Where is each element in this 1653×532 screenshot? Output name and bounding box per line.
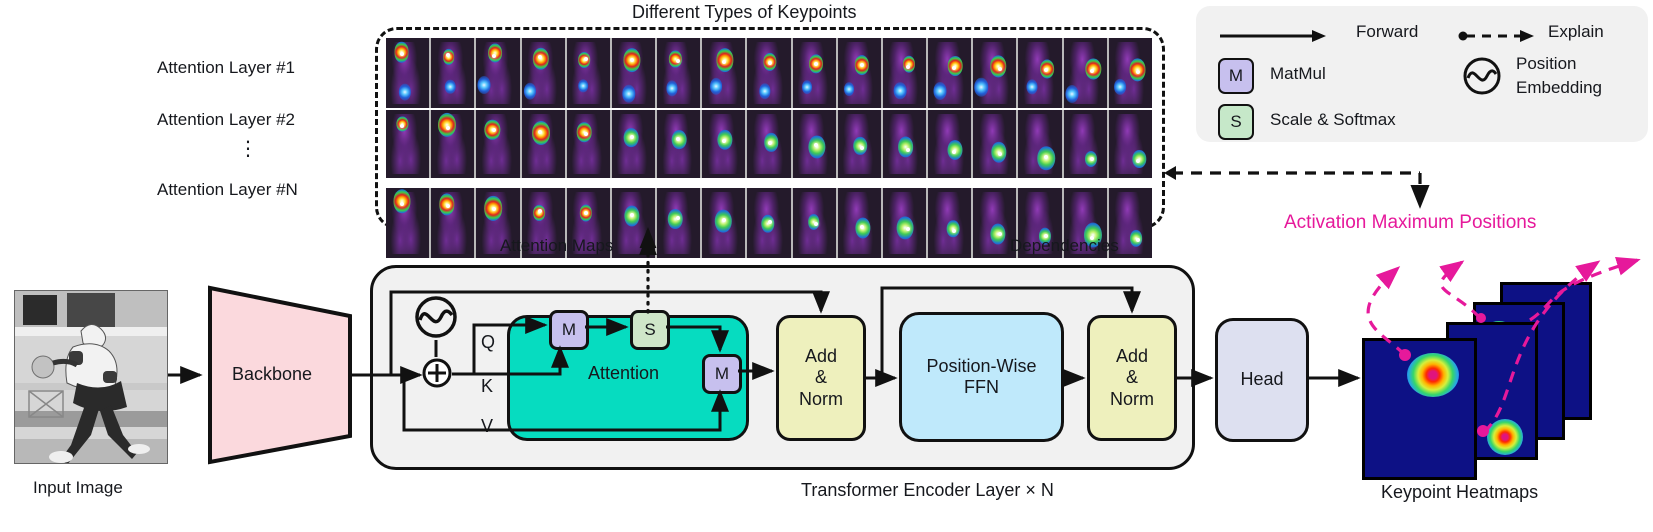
add-norm-2-line2: & [1125, 367, 1138, 388]
attention-map-cell [1018, 110, 1062, 178]
ffn-line1: Position-Wise [926, 355, 1037, 376]
attention-map-cell [431, 38, 475, 108]
transformer-encoder-label: Transformer Encoder Layer × N [801, 480, 1054, 500]
legend-forward-label: Forward [1356, 22, 1419, 41]
attention-map-cell [566, 110, 610, 178]
attention-map-cell [611, 38, 656, 108]
matmul-1-block[interactable]: M [549, 310, 589, 350]
attention-layer-2-label: Attention Layer #2 [157, 110, 295, 129]
add-norm-1-block[interactable]: Add & Norm [776, 315, 866, 441]
legend-position-embedding-line2: Embedding [1516, 78, 1603, 97]
attention-map-cell [747, 110, 791, 178]
attention-map-cell [657, 110, 701, 178]
attention-map-cell [837, 110, 881, 178]
legend-panel: Forward Explain M MatMul Position Embedd… [1196, 6, 1648, 142]
input-image-label: Input Image [33, 478, 123, 497]
attention-map-cell [928, 38, 972, 108]
query-label: Q [481, 332, 496, 352]
activation-maximum-positions-label: Activation Maximum Positions [1284, 212, 1537, 233]
attention-map-cell [431, 188, 475, 258]
attention-map-cell [792, 38, 836, 108]
backbone-label: Backbone [232, 364, 313, 384]
attention-map-cell [657, 188, 701, 258]
attention-map-cell [747, 38, 791, 108]
legend-matmul-label: MatMul [1270, 64, 1326, 83]
attention-maps-panel [375, 27, 1165, 258]
matmul-2-block[interactable]: M [702, 354, 742, 394]
attention-map-cell [882, 188, 927, 258]
add-norm-1-line1: Add [804, 346, 838, 367]
attention-map-cell [973, 38, 1017, 108]
attention-maps-label: Attention Maps [500, 236, 614, 255]
key-label: K [481, 376, 494, 396]
legend-scale-softmax-label: Scale & Softmax [1270, 110, 1396, 129]
position-embedding-icon [1462, 56, 1502, 101]
attention-map-cell [431, 110, 475, 178]
input-image [14, 290, 168, 464]
attention-layer-n-label: Attention Layer #N [157, 180, 298, 199]
explain-dashed-arrow-icon [1458, 28, 1536, 49]
legend-matmul-chip: M [1218, 58, 1254, 94]
attention-map-cell [611, 188, 656, 258]
add-positional-encoding-icon [421, 357, 453, 394]
attention-map-cell [928, 188, 972, 258]
attention-map-cell [837, 38, 881, 108]
add-norm-1-line3: Norm [799, 388, 843, 409]
attention-map-cell [1108, 110, 1152, 178]
attention-map-cell [702, 188, 746, 258]
attention-map-cell [882, 110, 927, 178]
add-norm-2-line1: Add [1115, 346, 1149, 367]
position-wise-ffn-block[interactable]: Position-Wise FFN [899, 312, 1064, 442]
attention-map-cell [1108, 38, 1152, 108]
keypoint-heatmaps-label: Keypoint Heatmaps [1381, 482, 1539, 502]
attention-map-cell [1063, 38, 1107, 108]
attention-map-cell [386, 110, 430, 178]
attention-map-cell [702, 38, 746, 108]
attention-map-cell [792, 188, 836, 258]
head-label: Head [1240, 369, 1284, 390]
head-block[interactable]: Head [1215, 318, 1309, 442]
attention-layer-1-label: Attention Layer #1 [157, 58, 295, 77]
add-norm-1-line2: & [814, 367, 827, 388]
attention-map-row-1 [386, 38, 1152, 108]
dependencies-label: Dependencies [1010, 236, 1119, 255]
attention-map-cell [882, 38, 927, 108]
attention-map-cell [386, 188, 430, 258]
attention-map-cell [521, 110, 565, 178]
page-title: Different Types of Keypoints [632, 2, 857, 22]
attention-map-cell [837, 188, 881, 258]
attention-map-cell [386, 38, 430, 108]
attention-map-cell [792, 110, 836, 178]
attention-label: Attention [588, 363, 660, 383]
legend-position-embedding-line1: Position [1516, 54, 1577, 73]
position-embedding-sine-circle-icon [413, 294, 459, 345]
add-norm-2-block[interactable]: Add & Norm [1087, 315, 1177, 441]
attention-map-cell [476, 38, 520, 108]
attention-map-cell [747, 188, 791, 258]
keypoint-heatmap-1 [1362, 338, 1477, 480]
attention-map-row-2 [386, 110, 1152, 178]
add-norm-2-line3: Norm [1110, 388, 1154, 409]
attention-map-cell [657, 38, 701, 108]
attention-map-cell [476, 110, 520, 178]
attention-map-cell [973, 110, 1017, 178]
ffn-line2: FFN [964, 377, 999, 397]
attention-map-cell [566, 38, 610, 108]
value-label: V [481, 416, 494, 436]
legend-softmax-chip: S [1218, 104, 1254, 140]
forward-arrow-icon [1218, 28, 1328, 49]
attention-map-cell [1018, 38, 1062, 108]
attention-map-cell [521, 38, 565, 108]
attention-map-cell [1063, 110, 1107, 178]
legend-explain-label: Explain [1548, 22, 1604, 41]
layers-ellipsis: ⋮ [238, 138, 258, 160]
softmax-block[interactable]: S [630, 310, 670, 350]
attention-map-cell [702, 110, 746, 178]
attention-map-cell [928, 110, 972, 178]
attention-map-cell [611, 110, 656, 178]
